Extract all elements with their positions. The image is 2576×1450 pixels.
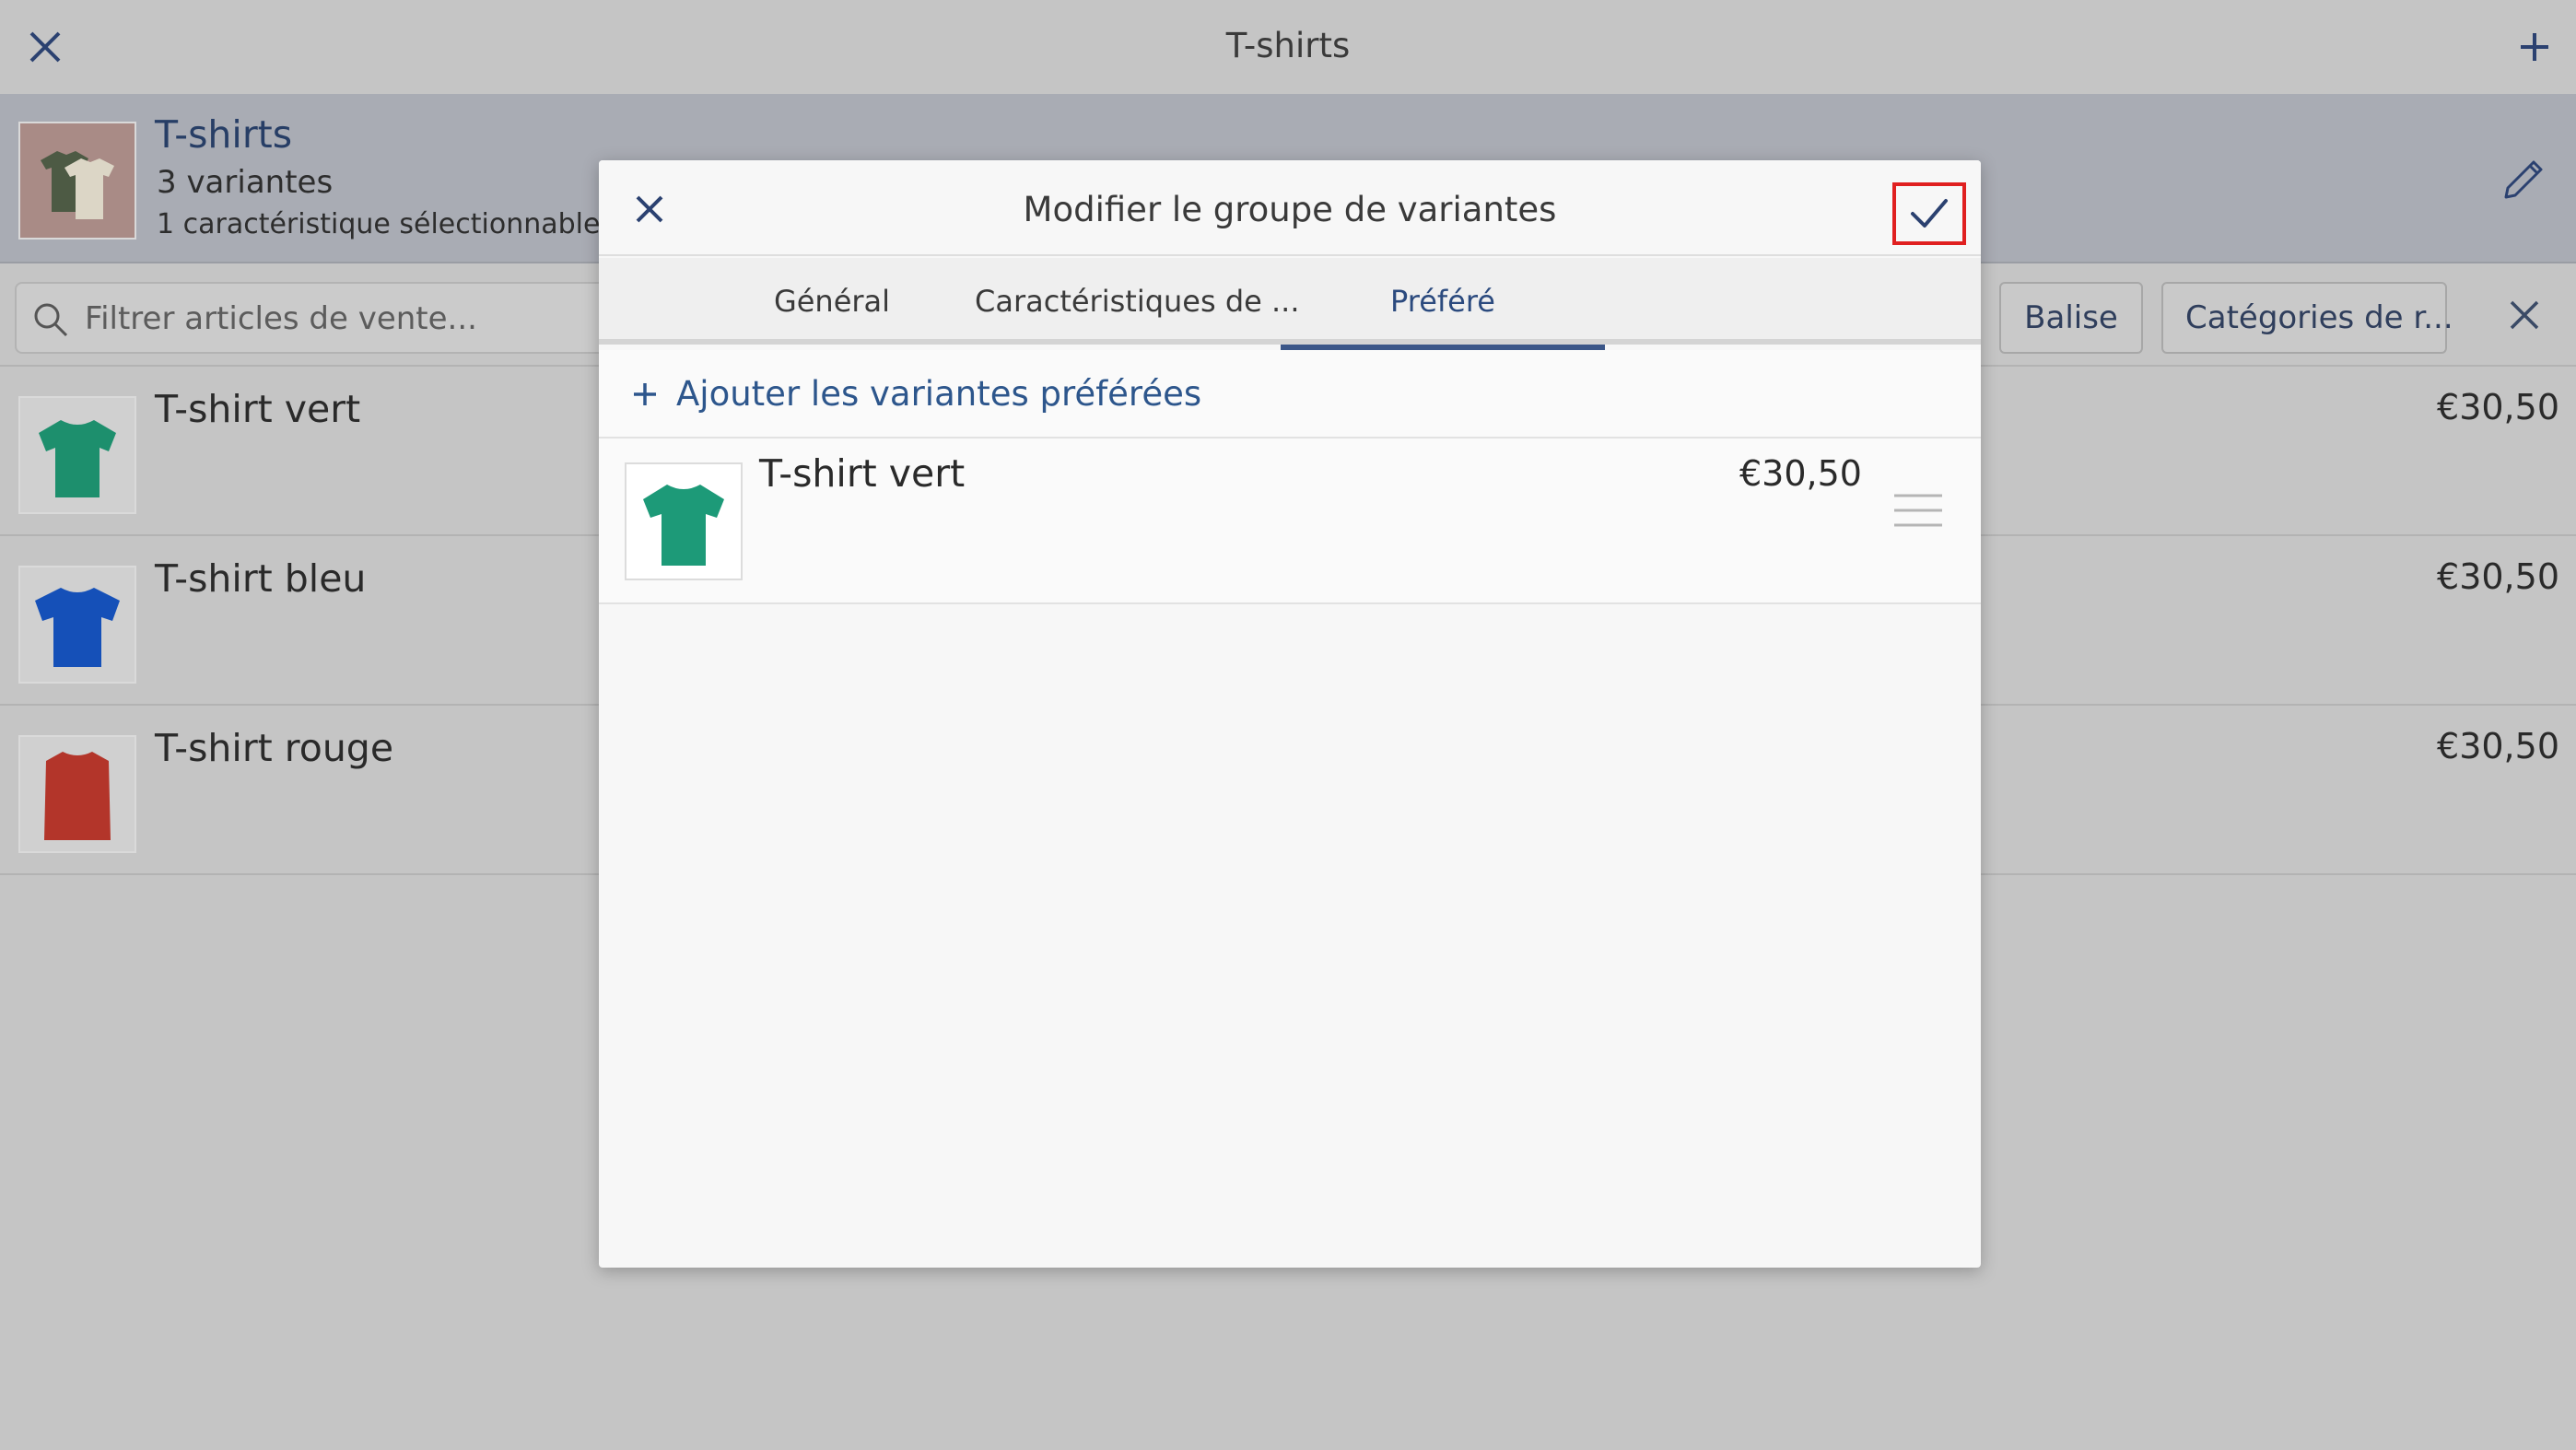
search-box: [15, 282, 623, 354]
drag-handle-icon[interactable]: [1892, 488, 1944, 532]
categories-filter-chip[interactable]: Catégories de r...: [2161, 282, 2453, 354]
pencil-icon[interactable]: [2493, 151, 2552, 210]
item-price: €30,50: [1739, 453, 1862, 494]
tag-filter-chip[interactable]: Balise: [1999, 282, 2143, 354]
group-thumbnail: [18, 122, 136, 240]
add-preferred-label: Ajouter les variantes préférées: [676, 374, 1202, 414]
search-input[interactable]: [85, 295, 601, 343]
item-thumbnail: [18, 566, 136, 684]
preferred-variant-row[interactable]: T-shirt vert €30,50: [599, 439, 1981, 604]
item-name: T-shirt vert: [155, 387, 361, 431]
page-title: T-shirts: [1225, 26, 1351, 65]
item-price: €30,50: [2437, 556, 2559, 597]
clear-filter-icon[interactable]: [2499, 289, 2550, 341]
item-price: €30,50: [2437, 726, 2559, 766]
tab-bar: Général Caractéristiques de ... Préféré: [599, 258, 1981, 350]
plus-icon: [628, 378, 662, 411]
item-thumbnail: [18, 396, 136, 514]
item-name: T-shirt vert: [759, 451, 966, 496]
add-icon[interactable]: [2512, 24, 2558, 70]
group-title: T-shirts: [155, 112, 293, 157]
search-icon: [29, 298, 72, 341]
add-preferred-variants-button[interactable]: Ajouter les variantes préférées: [599, 350, 1981, 439]
tab-general[interactable]: Général: [599, 258, 991, 345]
variant-count: 3 variantes: [157, 164, 334, 201]
characteristic-count: 1 caractéristique sélectionnable: [157, 208, 601, 240]
dialog-header: Modifier le groupe de variantes: [599, 160, 1981, 256]
item-price: €30,50: [2437, 387, 2559, 427]
item-name: T-shirt rouge: [155, 726, 394, 770]
item-thumbnail: [625, 462, 743, 580]
item-name: T-shirt bleu: [155, 556, 367, 601]
tab-characteristics[interactable]: Caractéristiques de ...: [975, 258, 1300, 345]
confirm-button[interactable]: [1892, 182, 1966, 245]
top-bar: T-shirts: [0, 0, 2576, 94]
dialog-title: Modifier le groupe de variantes: [1023, 190, 1557, 229]
edit-variant-group-dialog: Modifier le groupe de variantes Général …: [599, 160, 1981, 1268]
tab-preferred[interactable]: Préféré: [1281, 258, 1605, 350]
item-thumbnail: [18, 735, 136, 853]
